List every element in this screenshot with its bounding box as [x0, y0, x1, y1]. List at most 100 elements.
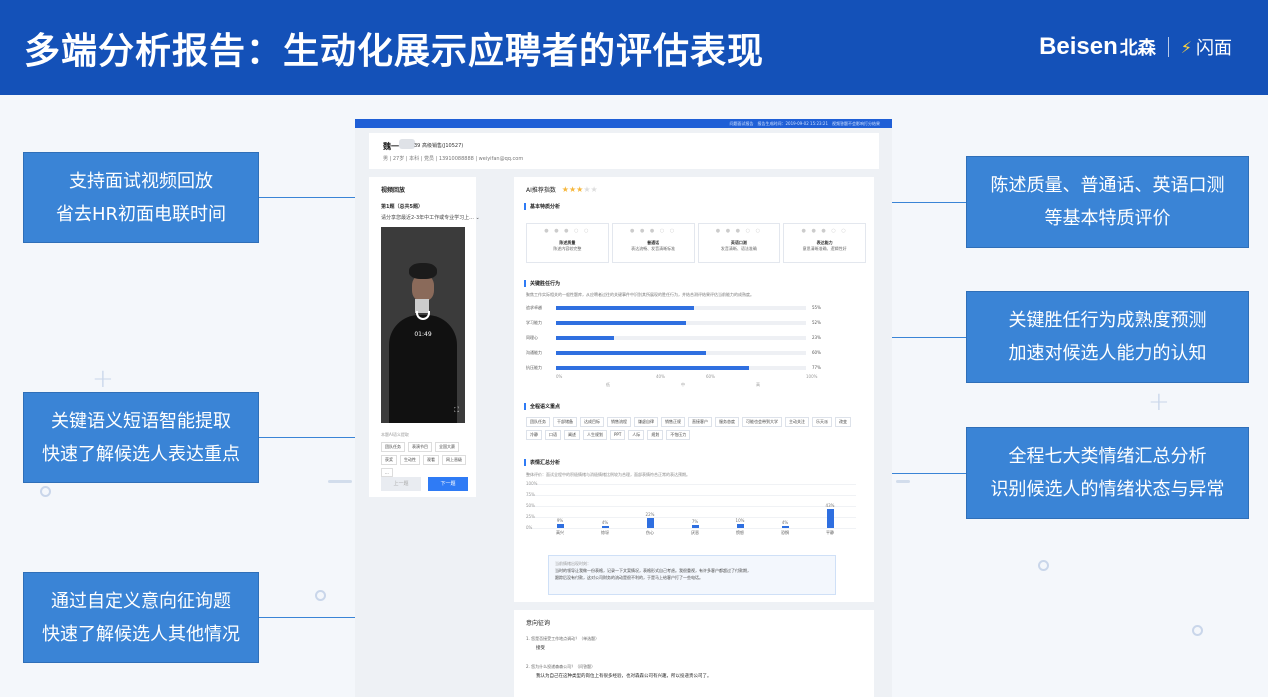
trait-card: ● ● ● ○ ○普通话表达流畅、发音清晰标准: [612, 223, 695, 263]
semantic-tag: 服务态度: [715, 417, 739, 427]
callout-line: 支持面试视频回放: [24, 165, 258, 198]
callout-line: 识别候选人的情绪状态与异常: [967, 473, 1248, 506]
grid-line: [526, 528, 856, 529]
prev-question-button[interactable]: 上一题: [381, 477, 421, 491]
emotion-bar[interactable]: [692, 525, 699, 528]
semantic-tag: 人生规划: [583, 430, 607, 440]
semantic-tag: 阐述: [564, 430, 580, 440]
emotion-value: 10%: [728, 518, 752, 523]
semantic-tag: 乐天派: [812, 417, 832, 427]
callout-line: 加速对候选人能力的认知: [967, 337, 1248, 370]
emotion-bar[interactable]: [737, 524, 744, 528]
trait-cards: ● ● ● ○ ○陈述质量陈述内容较完整 ● ● ● ○ ○普通话表达流畅、发音…: [526, 223, 866, 263]
trait-desc: 意思清晰准确、逻辑性好: [784, 246, 865, 252]
report-screenshot: 问题面试报告 报告生成时间：2019-09-02 15:23:21 视频答题不会…: [355, 119, 892, 697]
header-banner: 多端分析报告：生动化展示应聘者的评估表现 Beisen 北森 ⚡ 闪面: [0, 0, 1268, 95]
semantic-tag: 销售流程: [607, 417, 631, 427]
behavior-title: 关键胜任行为: [524, 280, 560, 287]
question-select[interactable]: 请分享您最近2-3年中工作或专业学习上... ⌄: [381, 214, 480, 221]
more-tags[interactable]: ...: [381, 468, 393, 477]
intent-title: 意向征询: [526, 618, 550, 627]
emotion-value: 4%: [773, 520, 797, 525]
candidate-name: 魏一: [383, 141, 399, 152]
page-title: 多端分析报告：生动化展示应聘者的评估表现: [24, 22, 764, 74]
report-top-links[interactable]: 问题面试报告 报告生成时间：2019-09-02 15:23:21 视频答题不会…: [730, 121, 880, 127]
emotion-value: 7%: [683, 519, 707, 524]
semantic-tag: 主动关注: [785, 417, 809, 427]
semantic-tag: 销售正规: [661, 417, 685, 427]
emotion-category: 高兴: [548, 530, 572, 536]
semantic-tag: 观看: [423, 455, 439, 465]
behavior-label: 追求卓越: [526, 305, 556, 311]
emotion-category: 愤怒: [728, 530, 752, 536]
behavior-pct: 23%: [812, 335, 821, 340]
emotion-value: 9%: [548, 518, 572, 523]
question-text: 请分享您最近2-3年中工作或专业学习上...: [381, 215, 474, 221]
level-label: 高: [756, 382, 760, 388]
semantic-tag: 全国大赛: [435, 442, 459, 452]
traits-title: 基本特质分析: [524, 203, 560, 210]
semantic-tag: 冷静: [526, 430, 542, 440]
fullscreen-icon[interactable]: ⛶: [454, 406, 459, 415]
next-question-button[interactable]: 下一题: [428, 477, 468, 491]
semantic-tag: 生动性: [400, 455, 420, 465]
emotion-value: 22%: [638, 512, 662, 517]
emotion-bar[interactable]: [827, 509, 834, 528]
semantic-tag: 谦虚自律: [634, 417, 658, 427]
behavior-pct: 55%: [812, 305, 821, 310]
semantic-tag: 团队任务: [381, 442, 405, 452]
circle-decoration: [1038, 560, 1049, 571]
emotion-category: 伤心: [638, 530, 662, 536]
callout-line: 省去HR初面电联时间: [24, 198, 258, 231]
callout-line: 快速了解候选人表达重点: [24, 438, 258, 471]
report-topbar: 问题面试报告 报告生成时间：2019-09-02 15:23:21 视频答题不会…: [355, 119, 892, 128]
semantic-tag: 获奖: [381, 455, 397, 465]
semantic-tag: 可能也会带到大学: [742, 417, 782, 427]
behavior-track: [556, 306, 806, 310]
semantic-tag: 规划: [647, 430, 663, 440]
emotion-bar[interactable]: [602, 526, 609, 528]
semantic-tag: 人际: [628, 430, 644, 440]
emotion-bar[interactable]: [647, 518, 654, 528]
callout-line: 通过自定义意向征询题: [24, 585, 258, 618]
intent-answer: 我认为自己在这种类型的岗位上有很多经验，也对森森公司有兴趣，所以投递贵公司了。: [536, 673, 712, 679]
question-number: 第1题（总共5题）: [381, 203, 423, 210]
emotion-box-title: 当前情绪出现时刻：: [555, 560, 829, 567]
behavior-pct: 77%: [812, 365, 821, 370]
axis-tick: 40%: [656, 374, 665, 379]
axis-tick: 60%: [706, 374, 715, 379]
trait-desc: 陈述内容较完整: [527, 246, 608, 252]
semantic-sub-label: 本题AI语义提取: [381, 432, 409, 438]
intent-question: 1. 您是否接受工作地点调动？（单选题）: [526, 636, 599, 642]
connector-line: [259, 197, 370, 198]
trait-desc: 发音清晰、语法准确: [699, 246, 780, 252]
semantic-tag: 改变: [835, 417, 851, 427]
emotion-desc: 整体评价：面试全程中的积极情绪与消极情绪比例较为合理，面部表情符合正常的表达预期…: [526, 472, 690, 478]
emotion-bar[interactable]: [782, 526, 789, 528]
grid-label: 75%: [526, 492, 535, 497]
ai-score-label: AI推荐指数: [526, 187, 556, 194]
connector-line: [259, 437, 370, 438]
trait-dots: ● ● ● ○ ○: [613, 228, 694, 234]
semantic-title: 全程语义重点: [524, 403, 560, 410]
video-panel: 视频回放 第1题（总共5题） 请分享您最近2-3年中工作或专业学习上... ⌄ …: [369, 177, 476, 497]
question-tags: 团队任务 表演节目 全国大赛 获奖 生动性 观看 网上晋级 ...: [381, 442, 471, 477]
plus-decoration-icon: +: [92, 364, 114, 394]
candidate-position: 39 高级销售(J10527): [414, 142, 463, 149]
candidate-card: 魏一 39 高级销售(J10527) 男 | 27岁 | 本科 | 党员 | 1…: [369, 133, 879, 169]
semantic-tag: 网上晋级: [442, 455, 466, 465]
callout-line: 全程七大类情绪汇总分析: [967, 440, 1248, 473]
behavior-row: 沟通能力 60%: [526, 350, 826, 356]
video-player[interactable]: 01:49 ⛶: [381, 227, 465, 423]
grid-line: [526, 484, 856, 485]
callout-line: 陈述质量、普通话、英语口测: [967, 169, 1248, 202]
semantic-tags: 团队任务干部储备达成目标销售流程谦虚自律销售正规直接客户服务态度可能也会带到大学…: [526, 417, 866, 440]
semantic-tag: 干部储备: [553, 417, 577, 427]
behavior-pct: 60%: [812, 350, 821, 355]
emotion-bar[interactable]: [557, 524, 564, 528]
callout-line: 关键语义短语智能提取: [24, 405, 258, 438]
behavior-label: 沟通能力: [526, 350, 556, 356]
behavior-row: 追求卓越 55%: [526, 305, 826, 311]
trait-card: ● ● ● ○ ○英语口测发音清晰、语法准确: [698, 223, 781, 263]
connector-line: [259, 617, 370, 618]
